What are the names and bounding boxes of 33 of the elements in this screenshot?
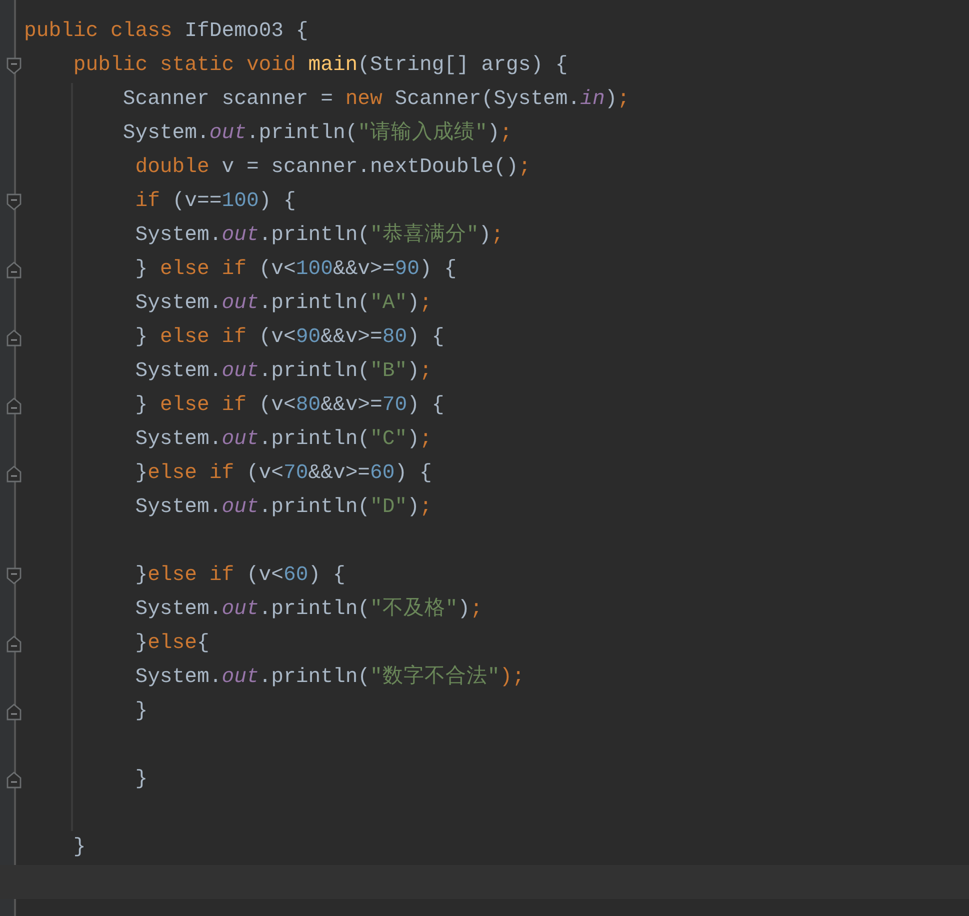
collapse-icon[interactable] xyxy=(6,703,22,721)
code-line: double v = scanner.nextDouble(); xyxy=(135,155,531,181)
code-line: System.out.println("请输入成绩"); xyxy=(122,120,512,147)
code-line: } else if (v<80&&v>=70) { xyxy=(135,393,444,419)
collapse-icon[interactable] xyxy=(6,329,22,347)
collapse-icon[interactable] xyxy=(6,567,22,585)
code-line: }else if (v<60) { xyxy=(135,563,346,589)
collapse-icon[interactable] xyxy=(6,397,22,415)
code-line: System.out.println("不及格"); xyxy=(135,596,482,623)
code-line: public static void main(String[] args) { xyxy=(73,53,568,79)
code-line: Scanner scanner = new Scanner(System.in); xyxy=(122,87,630,113)
code-line: } else if (v<90&&v>=80) { xyxy=(135,325,444,351)
collapse-icon[interactable] xyxy=(6,771,22,789)
collapse-icon[interactable] xyxy=(6,193,22,211)
code-line: } else if (v<100&&v>=90) { xyxy=(135,257,457,283)
code-line: } xyxy=(73,835,86,861)
collapse-icon[interactable] xyxy=(6,465,22,483)
collapse-icon[interactable] xyxy=(6,635,22,653)
code-line: System.out.println("C"); xyxy=(135,427,432,453)
code-line: }else if (v<70&&v>=60) { xyxy=(135,461,432,487)
code-line: } xyxy=(135,699,148,725)
collapse-icon[interactable] xyxy=(6,261,22,279)
code-line: System.out.println("B"); xyxy=(135,359,432,385)
code-line: }else{ xyxy=(135,631,210,657)
code-line: System.out.println("数字不合法"); xyxy=(135,664,524,691)
code-line: System.out.println("D"); xyxy=(135,495,432,521)
collapse-icon[interactable] xyxy=(6,57,22,75)
code-line: if (v==100) { xyxy=(135,189,296,215)
code-line: System.out.println("A"); xyxy=(135,291,432,317)
code-line: System.out.println("恭喜满分"); xyxy=(135,222,504,249)
code-line: } xyxy=(135,767,148,793)
code-editor[interactable] xyxy=(0,0,969,916)
code-line: public class IfDemo03 { xyxy=(24,19,308,45)
